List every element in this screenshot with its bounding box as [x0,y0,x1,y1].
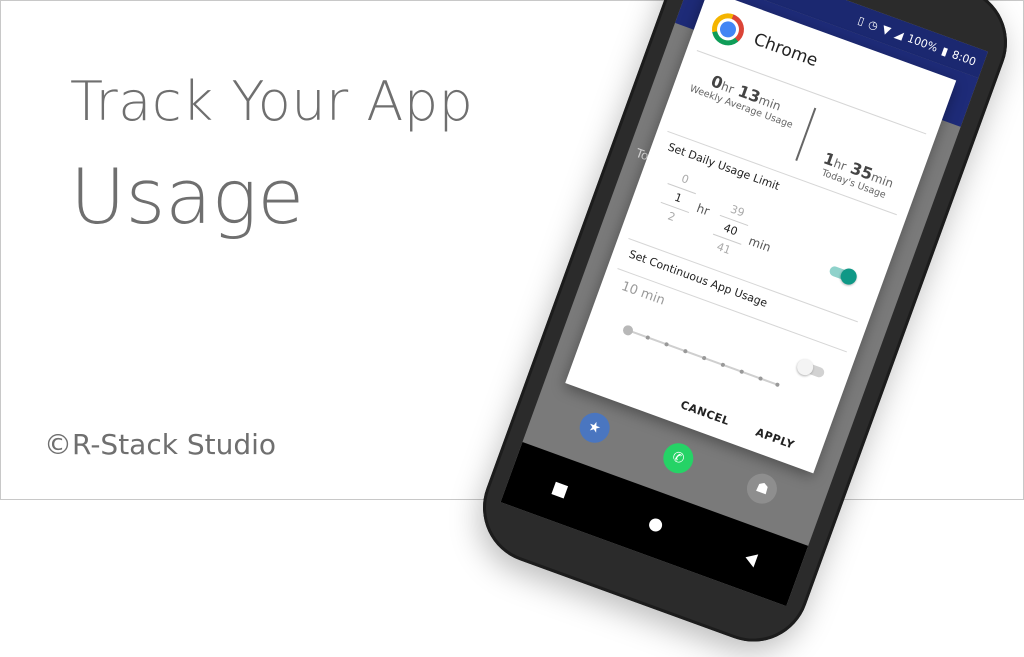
alarm-icon: ◷ [866,17,881,33]
wifi-icon: ▼ [880,22,893,38]
battery-icon: ▮ [939,43,951,59]
hour-picker[interactable]: 0 1 2 [654,165,702,231]
slider-tick [720,362,726,368]
slider-tick [757,375,764,382]
toggle-knob [794,356,816,378]
slider-thumb[interactable] [621,323,635,337]
minute-picker[interactable]: 39 40 41 [706,197,754,263]
continuous-usage-toggle[interactable] [794,356,826,379]
signal-icon: ◢ [892,26,906,42]
minute-unit: min [746,233,773,255]
apply-button[interactable]: APPLY [754,426,796,452]
battery-percent: 100% [905,31,940,55]
vibrate-icon: ▯ [856,13,867,28]
weekly-usage-stat: 0hr 13min Weekly Average Usage [680,63,809,134]
toggle-knob [838,266,859,287]
recents-button[interactable] [551,481,568,498]
whatsapp-app-icon[interactable]: ✆ [659,439,698,478]
slider-tick [774,382,780,388]
home-button[interactable] [646,516,664,533]
slider-tick [682,348,688,354]
studio-credit: ©R-Stack Studio [44,428,277,461]
continuous-usage-slider[interactable] [621,323,780,388]
game-app-icon[interactable]: ★ [575,408,614,447]
headline-line-2: Usage [70,152,305,241]
daily-limit-toggle[interactable] [828,265,859,287]
slider-tick [701,355,707,361]
slider-tick [645,334,651,341]
back-button[interactable] [742,550,758,568]
cancel-button[interactable]: CANCEL [679,398,732,428]
chrome-icon [707,8,749,50]
slider-tick [739,369,745,375]
android-app-icon[interactable]: ☗ [743,469,782,509]
dialog-app-name: Chrome [750,29,821,72]
divider [628,237,858,323]
clock: 8:00 [950,47,978,69]
headline-line-1: Track Your App [70,70,474,133]
hour-unit: hr [694,200,712,219]
slider-tick [663,341,670,347]
